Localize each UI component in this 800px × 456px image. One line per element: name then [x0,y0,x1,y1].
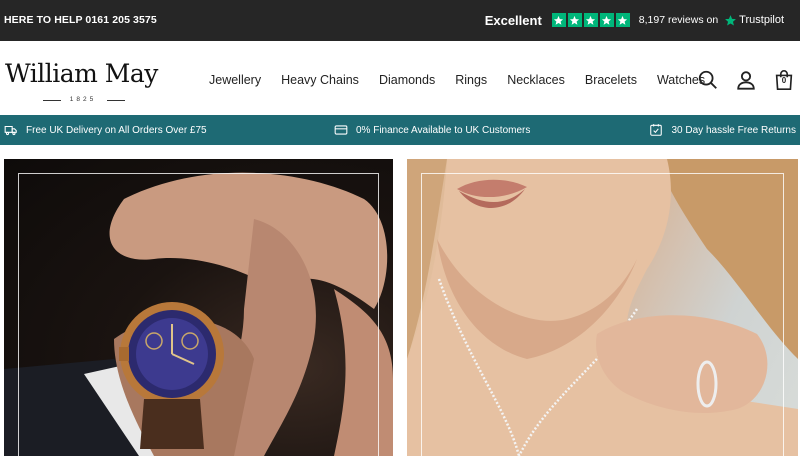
nav-item-rings[interactable]: Rings [455,73,487,87]
usp-finance-text: 0% Finance Available to UK Customers [356,124,531,136]
top-bar: HERE TO HELP 0161 205 3575 Excellent 8,1… [0,0,800,41]
usp-delivery-text: Free UK Delivery on All Orders Over £75 [26,124,207,136]
star-icon [615,13,630,27]
nav-item-necklaces[interactable]: Necklaces [507,73,565,87]
help-phone-text[interactable]: HERE TO HELP 0161 205 3575 [4,14,157,26]
nav-item-bracelets[interactable]: Bracelets [585,73,637,87]
delivery-truck-icon [4,125,17,136]
hero-frame [18,173,379,456]
search-icon[interactable] [696,68,720,92]
main-nav: Jewellery Heavy Chains Diamonds Rings Ne… [199,73,715,87]
star-icon [599,13,614,27]
credit-card-icon [334,125,348,135]
trustpilot-star-icon [725,14,737,25]
header-actions: 0 [696,68,796,92]
logo-year: 1825 [41,96,125,103]
user-icon[interactable] [734,68,758,92]
usp-delivery[interactable]: Free UK Delivery on All Orders Over £75 [4,123,207,137]
nav-item-jewellery[interactable]: Jewellery [209,73,261,87]
nav-item-diamonds[interactable]: Diamonds [379,73,435,87]
nav-item-heavy-chains[interactable]: Heavy Chains [281,73,359,87]
site-header: William May 1825 Jewellery Heavy Chains … [0,41,800,115]
trustpilot-brand: Trustpilot [739,14,784,26]
star-icon [551,13,566,27]
trustpilot-rating-word: Excellent [484,12,542,28]
star-icon [567,13,582,27]
logo-brand-name: William May [5,59,158,88]
trustpilot-logo: Trustpilot [724,14,784,27]
calendar-check-icon [650,124,663,136]
usp-returns-text: 30 Day hassle Free Returns [671,124,796,136]
site-logo[interactable]: William May 1825 [5,59,165,103]
usp-returns[interactable]: 30 Day hassle Free Returns [649,123,796,137]
star-icon [583,13,598,27]
usp-bar: Free UK Delivery on All Orders Over £75 … [0,115,800,145]
trustpilot-widget[interactable]: Excellent 8,197 reviews on Trustpilot [485,11,784,29]
trustpilot-stars [551,13,630,27]
hero-frame [421,173,784,456]
shopping-bag-icon[interactable]: 0 [772,68,796,92]
hero-tile-watches[interactable] [4,159,393,456]
trustpilot-reviews-count: 8,197 reviews on [638,14,719,26]
bag-count: 0 [781,76,787,85]
hero-tile-necklaces[interactable] [407,159,798,456]
usp-finance[interactable]: 0% Finance Available to UK Customers [334,123,530,137]
